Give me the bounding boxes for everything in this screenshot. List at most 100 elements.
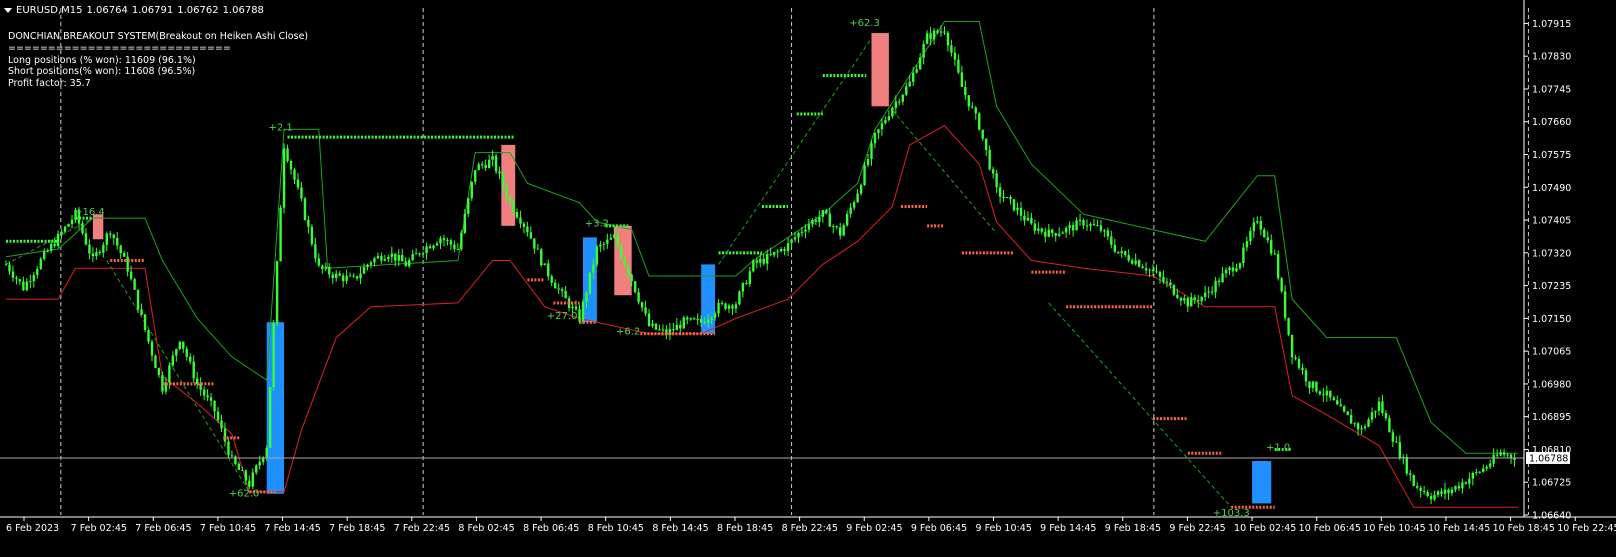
candle-body (1037, 228, 1040, 231)
x-tick-label: 8 Feb 10:45 (588, 523, 644, 534)
candle-body (741, 282, 745, 292)
candle-body (550, 276, 553, 283)
candle-body (314, 244, 317, 259)
candle-body (467, 198, 470, 214)
candle-body (324, 266, 327, 269)
candle-body (286, 148, 289, 161)
candle-body (105, 233, 108, 245)
candle-body (1075, 220, 1078, 231)
candle-body (1471, 472, 1475, 479)
candle-body (1506, 454, 1509, 456)
candle-body (143, 314, 147, 330)
candle-body (1457, 486, 1461, 489)
candle-body (265, 448, 268, 458)
candle-body (578, 309, 581, 322)
candle-body (39, 258, 42, 269)
candle-body (1256, 221, 1259, 223)
candle-body (633, 281, 637, 293)
candle-body (383, 259, 387, 261)
candle-body (1200, 296, 1203, 302)
candle-body (223, 428, 227, 442)
candle-body (248, 480, 251, 487)
candle-body (842, 225, 845, 236)
trade-result-label: +3.2 (585, 219, 609, 230)
candle-body (1113, 244, 1116, 252)
candle-body (581, 301, 585, 322)
candle-body (637, 292, 640, 303)
candle-body (943, 31, 946, 33)
candle-body (341, 275, 345, 281)
candle-body (731, 305, 734, 309)
candle-body (352, 275, 355, 277)
candle-body (1068, 225, 1071, 228)
candle-body (449, 240, 453, 245)
chart-area[interactable]: +16.4 +62.0 +2.1 +27.0 +3.2 +6.2 +62.3 +103.3 +1… (0, 0, 1616, 553)
candle-body (769, 254, 772, 256)
candle-body (1085, 225, 1089, 227)
chart-menu-icon[interactable] (4, 7, 12, 13)
candle-body (616, 234, 619, 247)
candle-body (362, 267, 366, 274)
candle-body (1033, 223, 1037, 231)
candle-body (1468, 478, 1471, 484)
y-tick-label: 1.07575 (1532, 150, 1571, 161)
candle-body (1301, 367, 1304, 371)
candle-body (241, 470, 244, 472)
x-tick-label: 7 Feb 14:45 (265, 523, 321, 534)
y-tick-label: 1.07405 (1532, 216, 1571, 227)
y-tick-label: 1.07490 (1532, 183, 1571, 194)
trade-result-label: +62.0 (229, 489, 260, 500)
candle-body (300, 187, 303, 199)
candle-body (887, 116, 891, 121)
candle-body (49, 244, 53, 251)
candle-body (845, 214, 849, 226)
candle-body (870, 143, 873, 159)
candle-body (157, 368, 161, 376)
candle-body (1242, 247, 1245, 264)
candle-body (1276, 254, 1280, 279)
candle-body (679, 324, 682, 329)
candle-body (1130, 260, 1134, 264)
candle-body (178, 341, 181, 350)
candle-body (317, 258, 321, 266)
candle-body (877, 129, 880, 134)
candle-body (1061, 232, 1064, 234)
candle-body (1026, 217, 1030, 221)
donchian-channel (5, 21, 1518, 508)
candle-body (348, 275, 352, 277)
candle-body (672, 329, 675, 331)
candle-body (272, 322, 275, 388)
candle-body (338, 273, 341, 276)
candle-body (1040, 228, 1044, 232)
candle-body (1318, 391, 1322, 395)
candle-body (1117, 251, 1120, 253)
candle-body (905, 86, 908, 95)
candle-body (1054, 233, 1057, 236)
candle-body (811, 220, 814, 225)
candle-body (745, 282, 748, 284)
candle-body (1499, 452, 1502, 456)
candle-body (508, 197, 512, 202)
candle-body (585, 293, 588, 302)
candle-body (303, 198, 307, 220)
candle-body (706, 319, 710, 324)
candle-body (331, 274, 334, 279)
symbol-ohlc-header[interactable]: EURUSD,M15 1.06764 1.06791 1.06762 1.06788 (4, 5, 268, 16)
candle-body (328, 266, 331, 275)
candle-body (1127, 255, 1130, 261)
candle-body (1377, 401, 1381, 411)
candle-body (70, 219, 74, 225)
candle-body (988, 149, 991, 170)
candle-body (776, 251, 779, 253)
candle-body (515, 212, 519, 218)
y-tick-label: 1.07320 (1532, 248, 1571, 259)
candle-body (658, 329, 661, 331)
candle-body (185, 348, 188, 357)
candle-body (651, 323, 654, 327)
candle-body (404, 261, 407, 267)
candle-body (1134, 260, 1137, 264)
candle-body (713, 313, 717, 318)
x-tick-label: 8 Feb 02:45 (458, 523, 514, 534)
candle-body (786, 243, 790, 251)
candle-body (599, 244, 602, 247)
